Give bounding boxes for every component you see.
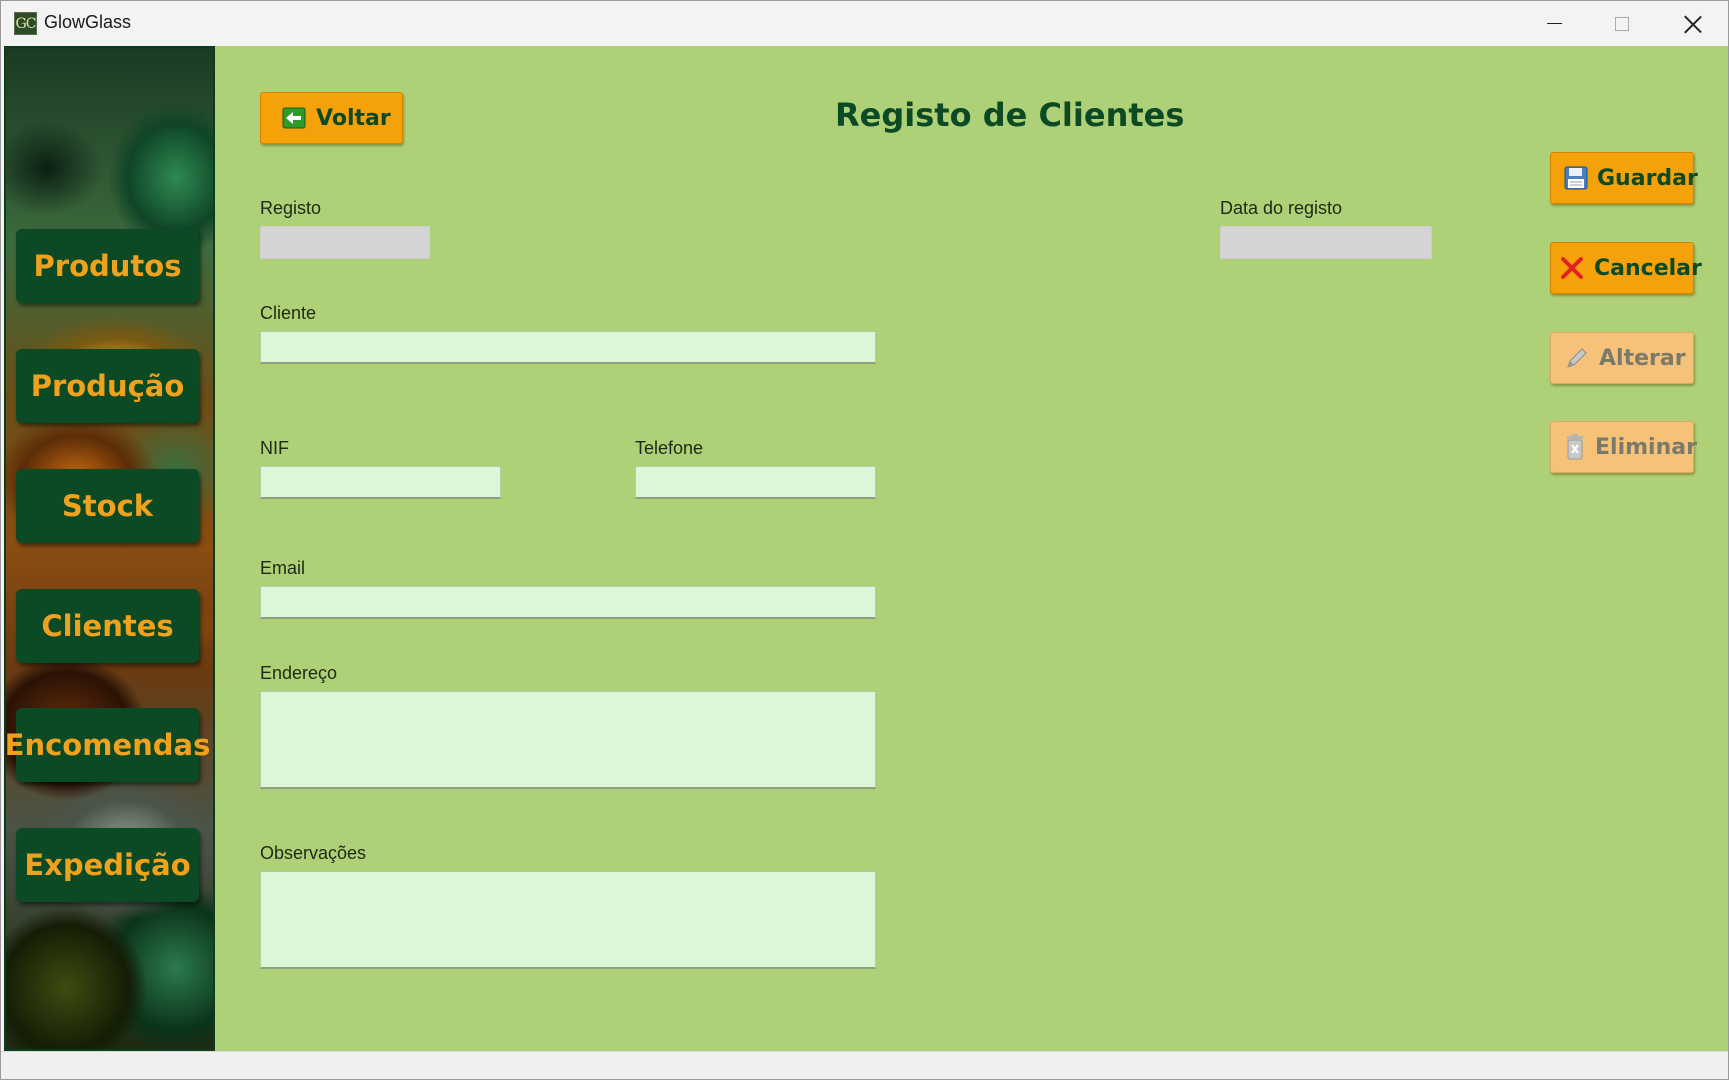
red-x-icon [1559,255,1585,281]
observacoes-label: Observações [260,843,367,863]
data-registo-label: Data do registo [1220,198,1343,218]
main-panel: Voltar Registo de Clientes Registo Data … [215,46,1728,1051]
delete-button[interactable]: Eliminar [1550,421,1697,473]
save-button[interactable]: Guardar [1550,152,1698,204]
nif-label: NIF [260,438,289,458]
minimize-button[interactable] [1520,1,1588,46]
sidebar-item-encomendas[interactable]: Encomendas [5,708,210,782]
arrow-left-icon [281,105,307,131]
close-button[interactable] [1659,1,1727,46]
edit-button-label: Alterar [1599,345,1686,371]
floppy-disk-icon [1564,165,1588,191]
app-window: GC GlowGlass Produtos Produção Stock Cli… [0,0,1729,1080]
sidebar-item-produtos[interactable]: Produtos [16,229,199,303]
sidebar-item-clientes[interactable]: Clientes [16,589,199,663]
email-label: Email [260,558,306,578]
maximize-button[interactable] [1588,1,1656,46]
observacoes-field[interactable] [260,871,876,969]
minimize-icon [1546,23,1562,24]
delete-button-label: Eliminar [1595,434,1697,460]
cancel-button[interactable]: Cancelar [1550,242,1702,294]
sidebar-item-stock[interactable]: Stock [16,469,199,543]
page-title: Registo de Clientes [835,96,1185,134]
save-button-label: Guardar [1597,165,1698,191]
close-icon [1684,15,1702,33]
email-field[interactable] [260,586,876,619]
telefone-field[interactable] [635,466,876,499]
telefone-label: Telefone [635,438,704,458]
pencil-icon [1564,345,1590,371]
window-title: GlowGlass [44,12,132,32]
registo-field [260,226,430,259]
status-bar [1,1051,1728,1079]
cancel-button-label: Cancelar [1594,255,1702,281]
cliente-label: Cliente [260,303,317,323]
nif-field[interactable] [260,466,501,499]
app-logo-icon: GC [14,12,37,35]
back-button[interactable]: Voltar [260,92,403,144]
title-bar: GC GlowGlass [1,1,1728,46]
edit-button[interactable]: Alterar [1550,332,1694,384]
cliente-field[interactable] [260,331,876,364]
endereco-label: Endereço [260,663,338,683]
data-registo-field [1220,226,1432,259]
back-button-label: Voltar [316,105,391,131]
registo-label: Registo [260,198,322,218]
endereco-field[interactable] [260,691,876,789]
maximize-icon [1615,16,1629,31]
trash-icon [1564,434,1586,460]
sidebar: Produtos Produção Stock Clientes Encomen… [4,46,215,1051]
sidebar-item-producao[interactable]: Produção [16,349,199,423]
sidebar-item-expedicao[interactable]: Expedição [16,828,199,902]
